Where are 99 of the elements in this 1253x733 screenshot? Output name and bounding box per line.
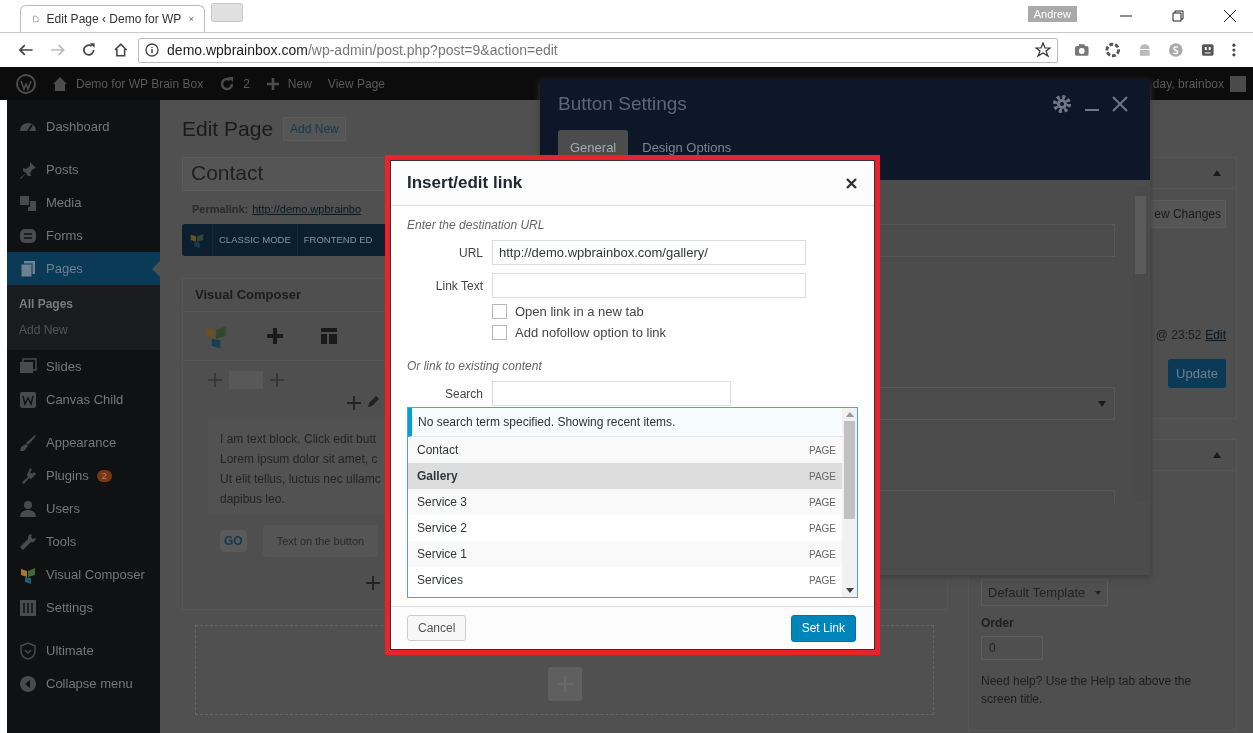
sliders-icon xyxy=(18,597,38,618)
submenu-item[interactable]: All Pages xyxy=(7,291,160,317)
layout-icon[interactable] xyxy=(320,327,338,345)
window-title: Button Settings xyxy=(558,93,687,115)
skype-icon[interactable] xyxy=(1168,42,1184,58)
link-text-label: Link Text xyxy=(434,278,483,293)
update-button[interactable]: Update xyxy=(1168,359,1226,388)
avatar-silhouette xyxy=(1230,75,1246,92)
plus-icon xyxy=(265,76,280,91)
link-text-field[interactable] xyxy=(492,273,806,298)
restore-icon[interactable] xyxy=(1172,10,1184,22)
dialog-title: Insert/edit link xyxy=(407,173,523,193)
set-link-button[interactable]: Set Link xyxy=(790,614,856,642)
star-icon[interactable] xyxy=(1034,42,1051,58)
sidebar-item[interactable]: Users xyxy=(7,492,160,525)
scroll-up-arrow-icon[interactable] xyxy=(845,412,854,417)
collapse-icon xyxy=(18,673,38,694)
camera-icon[interactable] xyxy=(1073,42,1090,58)
cube-logo-icon[interactable] xyxy=(188,231,206,249)
pages-icon xyxy=(18,258,38,279)
sidebar-item[interactable]: Pages xyxy=(7,252,160,285)
result-item[interactable]: Contact PAGE xyxy=(408,437,842,463)
site-link[interactable]: Demo for WP Brain Box xyxy=(52,75,204,92)
scrollbar[interactable] xyxy=(842,408,857,597)
section-heading: Or link to existing content xyxy=(407,359,543,373)
sidebar-item[interactable]: Collapse menu xyxy=(7,667,160,700)
menu-icon[interactable] xyxy=(1231,42,1237,58)
sidebar-item[interactable]: Forms xyxy=(7,219,160,252)
wordpress-logo-icon[interactable] xyxy=(16,73,36,94)
sidebar-item[interactable]: Slides xyxy=(7,350,160,383)
caret-icon xyxy=(1095,590,1101,595)
sidebar-item[interactable]: Tools xyxy=(7,525,160,558)
permalink-link[interactable]: http://demo.wpbrainbo xyxy=(252,203,362,215)
search-label: Search xyxy=(443,386,483,401)
sidebar-item[interactable]: Settings xyxy=(7,591,160,624)
url-text: demo.wpbrainbox.com/wp-admin/post.php?post=9&action=edit xyxy=(167,42,558,58)
sidebar-item[interactable]: Posts xyxy=(7,153,160,186)
sidebar-item[interactable]: Ultimate xyxy=(7,634,160,667)
account-link[interactable]: day, brainbox xyxy=(1152,76,1224,91)
result-item[interactable]: Service 3 PAGE xyxy=(408,489,842,515)
collapse-arrow-icon[interactable] xyxy=(1212,451,1222,459)
checkbox-label: Add nofollow option to link xyxy=(515,325,667,340)
result-item[interactable]: Service 1 PAGE xyxy=(408,541,842,567)
reload-icon[interactable] xyxy=(81,42,97,58)
wrench-icon xyxy=(18,531,38,552)
cancel-button[interactable]: Cancel xyxy=(407,615,467,641)
mode-button[interactable]: CLASSIC MODE xyxy=(212,224,297,256)
home-icon xyxy=(52,75,68,92)
mode-button[interactable]: FRONTEND ED xyxy=(296,224,379,256)
pencil-icon[interactable] xyxy=(366,395,380,409)
notice-message: No search term specified. Showing recent items. xyxy=(408,408,842,437)
section-heading: Enter the destination URL xyxy=(407,218,546,232)
plus-icon[interactable] xyxy=(265,326,285,346)
back-arrow-icon[interactable] xyxy=(18,42,34,58)
forward-arrow-icon[interactable] xyxy=(49,42,66,58)
sidebar-item[interactable]: Media xyxy=(7,186,160,219)
sidebar-item[interactable]: Appearance xyxy=(7,426,160,459)
plus-icon[interactable] xyxy=(346,395,362,411)
sidebar-item[interactable]: Canvas Child xyxy=(7,383,160,416)
collapse-arrow-icon[interactable] xyxy=(1212,169,1222,177)
preview-changes-button[interactable]: ew Changes xyxy=(1149,200,1226,228)
info-icon xyxy=(145,43,160,57)
aperture-icon[interactable] xyxy=(1105,42,1121,58)
add-element-button[interactable] xyxy=(547,667,582,701)
move-icon[interactable] xyxy=(207,372,223,388)
shield-icon xyxy=(18,640,38,661)
sidebar-item[interactable]: Visual Composer xyxy=(7,558,160,591)
close-icon[interactable] xyxy=(846,177,857,189)
view-page-link[interactable]: View Page xyxy=(327,76,385,91)
submenu-item[interactable]: Add New xyxy=(7,317,160,343)
browser-tab[interactable]: Edit Page ‹ Demo for WP xyxy=(20,5,205,32)
url-field[interactable]: http://demo.wpbrainbox.com/gallery/ xyxy=(492,240,806,265)
edit-link[interactable]: Edit xyxy=(1205,328,1226,342)
updates-link[interactable]: 2 xyxy=(219,75,250,92)
update-count-badge: 2 xyxy=(96,469,112,482)
settings-icon[interactable] xyxy=(1052,94,1072,114)
user-icon xyxy=(18,498,38,519)
checkbox[interactable] xyxy=(492,304,507,319)
caret-icon xyxy=(1098,400,1106,407)
plus-icon[interactable] xyxy=(269,372,285,388)
address-bar[interactable]: demo.wpbrainbox.com/wp-admin/post.php?post=9&action=edit xyxy=(138,37,1058,63)
search-field[interactable] xyxy=(492,381,731,406)
brush-icon xyxy=(18,432,38,453)
sidebar-item[interactable]: Plugins 2 xyxy=(7,459,160,492)
w-logo-icon xyxy=(18,389,38,410)
close-icon[interactable] xyxy=(1224,10,1236,22)
url-label: URL xyxy=(458,245,483,260)
scroll-down-arrow-icon[interactable] xyxy=(845,588,854,593)
refresh-icon xyxy=(219,75,236,92)
sidebar-item[interactable]: Dashboard xyxy=(7,110,160,143)
profile-badge[interactable]: Andrew xyxy=(1027,6,1077,22)
new-tab-button[interactable] xyxy=(211,3,243,22)
checkbox[interactable] xyxy=(492,325,507,340)
result-item[interactable]: Gallery PAGE xyxy=(408,463,842,489)
pin-icon xyxy=(18,159,38,180)
home-icon[interactable] xyxy=(112,42,129,58)
face-icon[interactable] xyxy=(1199,42,1216,58)
plus-icon[interactable] xyxy=(365,575,381,591)
new-link[interactable]: New xyxy=(265,76,312,91)
